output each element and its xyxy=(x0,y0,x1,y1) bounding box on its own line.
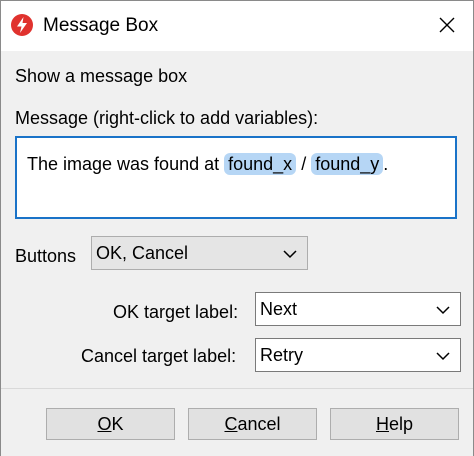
message-label: Message (right-click to add variables): xyxy=(15,108,319,128)
ok-label-rest: K xyxy=(111,414,124,434)
window-title: Message Box xyxy=(43,15,159,36)
button-bar: OK Cancel Help xyxy=(1,388,473,456)
chevron-down-icon xyxy=(283,247,297,265)
help-button[interactable]: Help xyxy=(330,408,459,440)
message-box-dialog: Message Box Show a message box Message (… xyxy=(0,0,474,456)
title-bar: Message Box xyxy=(1,1,473,51)
buttons-label: Buttons xyxy=(15,246,77,266)
ok-target-select[interactable]: Next xyxy=(255,292,461,326)
cancel-mnemonic: C xyxy=(224,414,238,434)
help-mnemonic: H xyxy=(375,414,389,434)
message-input[interactable]: The image was found at found_x / found_y… xyxy=(15,136,457,219)
variable-chip-found-x[interactable]: found_x xyxy=(224,153,297,175)
chevron-down-icon xyxy=(436,303,450,321)
cancel-target-select[interactable]: Retry xyxy=(255,338,461,372)
chevron-down-icon xyxy=(436,349,450,367)
cancel-button[interactable]: Cancel xyxy=(188,408,317,440)
message-text: The image was found at found_x / found_y… xyxy=(27,151,388,177)
buttons-select-value: OK, Cancel xyxy=(96,243,189,263)
message-separator: / xyxy=(296,154,312,174)
message-suffix: . xyxy=(383,154,389,174)
variable-chip-found-y[interactable]: found_y xyxy=(311,153,384,175)
ok-button[interactable]: OK xyxy=(46,408,175,440)
lightning-icon xyxy=(11,14,33,36)
action-description: Show a message box xyxy=(15,66,188,86)
cancel-target-label: Cancel target label: xyxy=(81,346,237,366)
message-prefix: The image was found at xyxy=(27,154,225,174)
buttons-select[interactable]: OK, Cancel xyxy=(91,236,308,270)
ok-target-label: OK target label: xyxy=(113,302,239,322)
ok-target-value: Next xyxy=(260,299,298,319)
close-icon[interactable] xyxy=(431,9,463,41)
help-label-rest: elp xyxy=(388,414,414,434)
ok-mnemonic: O xyxy=(97,414,112,434)
dialog-content: Show a message box Message (right-click … xyxy=(1,51,473,388)
cancel-target-value: Retry xyxy=(260,345,304,365)
cancel-label-rest: ancel xyxy=(237,414,281,434)
